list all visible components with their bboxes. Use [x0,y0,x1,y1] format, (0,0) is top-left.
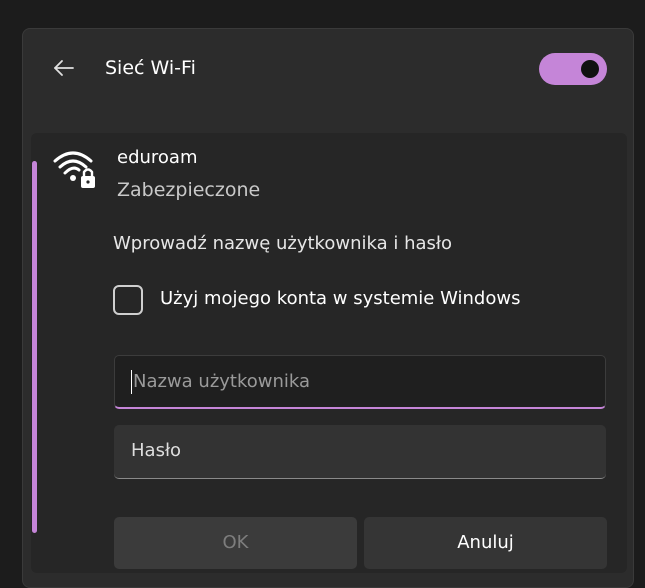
username-input[interactable]: Nazwa użytkownika [114,355,606,409]
use-windows-account-checkbox[interactable] [113,285,143,315]
toggle-knob [581,60,599,78]
wifi-secured-icon [53,151,95,188]
use-windows-account-label: Użyj mojego konta w systemie Windows [160,288,521,309]
network-name: eduroam [117,147,198,168]
username-placeholder: Nazwa użytkownika [133,371,311,392]
wifi-toggle[interactable] [539,53,607,85]
back-button[interactable] [49,53,79,83]
credentials-prompt: Wprowadź nazwę użytkownika i hasło [113,233,453,254]
ok-button[interactable]: OK [114,517,357,569]
arrow-left-icon [54,60,74,76]
password-placeholder: Hasło [131,440,182,461]
password-input[interactable]: Hasło [114,425,606,479]
wifi-header: Sieć Wi-Fi [23,29,633,113]
network-card-eduroam: eduroam Zabezpieczone Wprowadź nazwę uży… [31,133,627,573]
text-caret [131,370,132,394]
page-title: Sieć Wi-Fi [105,57,196,79]
selection-indicator [32,161,37,533]
wifi-flyout-panel: Sieć Wi-Fi eduroam Zabezpieczone Wprowad… [22,28,634,588]
network-status: Zabezpieczone [117,179,261,201]
cancel-button[interactable]: Anuluj [364,517,607,569]
